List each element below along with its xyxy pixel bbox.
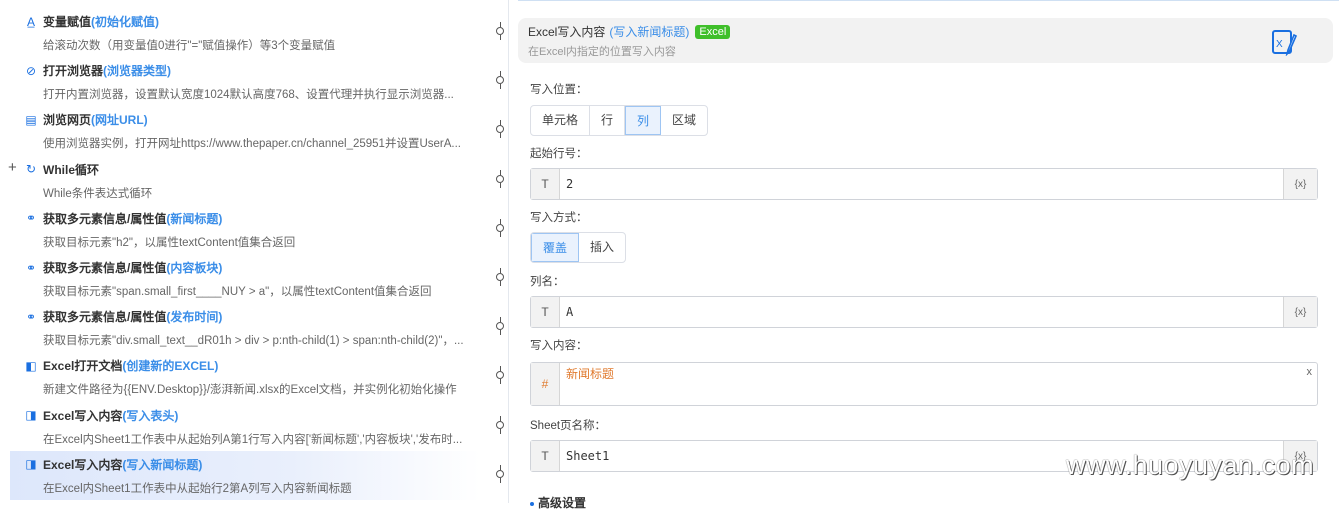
position-option-range[interactable]: 区域 (661, 106, 707, 135)
elements-icon: ⚭ (25, 260, 37, 275)
step-description: 在Excel内Sheet1工作表中从起始列A第1行写入内容['新闻标题','内容… (43, 433, 463, 446)
column-label: 列名： (530, 276, 565, 288)
variable-icon: A̲ (26, 14, 35, 29)
connector-node-icon[interactable] (496, 268, 504, 286)
step-description: 给滚动次数（用变量值0进行"="赋值操作）等3个变量赋值 (43, 40, 336, 52)
mode-option-insert[interactable]: 插入 (579, 233, 625, 262)
step-subtitle: (初始化赋值) (91, 15, 160, 29)
action-description: 在Excel内指定的位置写入内容 (528, 46, 676, 58)
excel-write-icon: ◨ (25, 457, 37, 472)
watermark: www.huoyuyan.com (1066, 450, 1315, 480)
connector-node-icon[interactable] (496, 218, 504, 237)
start-row-input[interactable]: 2 (560, 169, 1283, 199)
step-title: 打开浏览器 (43, 64, 104, 79)
step-title: While循环 (43, 162, 99, 177)
step-description: 获取目标元素"h2"，以属性textContent值集合返回 (43, 236, 296, 249)
step-title: Excel打开文档 (43, 359, 123, 374)
step-subtitle: (创建新的EXCEL) (122, 359, 219, 374)
column-input[interactable]: A (560, 297, 1283, 327)
connector-node-icon[interactable] (496, 464, 504, 483)
flow-step[interactable]: ◨ Excel写入内容 (写入新闻标题) 在Excel内Sheet1工作表中从起始行2… (10, 450, 480, 500)
webpage-icon: ▤ (25, 112, 37, 127)
action-subtitle: (写入新闻标题) (609, 25, 690, 39)
position-option-column[interactable]: 列 (625, 106, 662, 135)
variable-button[interactable]: {x} (1283, 297, 1317, 327)
step-description: 获取目标元素"span.small_first____NUY > a"，以属性t… (43, 286, 432, 298)
text-type-toggle[interactable]: T (531, 169, 560, 199)
connector-node-icon[interactable] (496, 120, 504, 139)
step-subtitle: (发布时间) (166, 310, 223, 325)
elements-icon: ⚭ (25, 211, 37, 226)
connector-node-icon[interactable] (496, 169, 504, 188)
expand-icon[interactable]: + (8, 159, 17, 176)
position-option-cell[interactable]: 单元格 (531, 106, 591, 135)
step-description: 使用浏览器实例，打开网址https://www.thepaper.cn/chan… (43, 138, 461, 151)
step-subtitle: (新闻标题) (166, 211, 223, 226)
position-label: 写入位置： (530, 84, 588, 96)
start-row-field: T 2 {x} (530, 168, 1318, 200)
excel-badge: Excel (695, 24, 731, 39)
step-description: While条件表达式循环 (43, 187, 153, 200)
step-title: 获取多元素信息/属性值 (43, 310, 167, 325)
step-subtitle: (浏览器类型) (103, 64, 172, 79)
elements-icon: ⚭ (25, 309, 37, 324)
step-title: 获取多元素信息/属性值 (43, 211, 167, 226)
connector-node-icon[interactable] (496, 415, 504, 434)
expression-type-toggle[interactable]: # (531, 363, 560, 405)
loop-icon: ↻ (25, 162, 37, 177)
step-description: 打开内置浏览器，设置默认宽度1024默认高度768、设置代理并执行显示浏览器..… (43, 89, 454, 102)
content-textarea[interactable]: 新闻标题 (560, 363, 1317, 405)
flow-step[interactable]: ⊘ 打开浏览器 (浏览器类型) 打开内置浏览器，设置默认宽度1024默认高度768、设… (10, 57, 480, 106)
clear-icon[interactable]: x (1307, 366, 1313, 378)
text-type-toggle[interactable]: T (531, 441, 560, 471)
step-title: 获取多元素信息/属性值 (43, 261, 167, 275)
flow-list: A̲ 变量赋值 (初始化赋值) 给滚动次数（用变量值0进行"="赋值操作）等3个变量赋… (0, 0, 509, 503)
variable-button[interactable]: {x} (1283, 169, 1317, 199)
flow-step[interactable]: ▤ 浏览网页 (网址URL) 使用浏览器实例，打开网址https://www.thep… (10, 106, 480, 155)
step-title: Excel写入内容 (43, 457, 123, 472)
connector-node-icon[interactable] (496, 71, 504, 90)
flow-step[interactable]: ⚭ 获取多元素信息/属性值 (新闻标题) 获取目标元素"h2"，以属性textCont… (10, 205, 480, 254)
mode-label: 写入方式： (530, 212, 588, 224)
flow-step[interactable]: ⚭ 获取多元素信息/属性值 (内容板块) 获取目标元素"span.small_firs… (10, 254, 480, 303)
flow-step[interactable]: A̲ 变量赋值 (初始化赋值) 给滚动次数（用变量值0进行"="赋值操作）等3个变量赋… (10, 8, 480, 57)
mode-segmented: 覆盖 插入 (530, 232, 627, 263)
step-subtitle: (写入表头) (122, 408, 179, 423)
content-label: 写入内容： (530, 340, 588, 352)
excel-write-icon: ◨ (25, 408, 37, 423)
browser-icon: ⊘ (25, 63, 37, 78)
svg-text:X: X (1276, 39, 1283, 50)
start-row-label: 起始行号： (530, 148, 588, 160)
excel-open-icon: ◧ (25, 358, 37, 373)
column-field: T A {x} (530, 296, 1318, 328)
step-title: Excel写入内容 (43, 408, 123, 423)
sheet-label: Sheet页名称： (530, 420, 607, 432)
connector-node-icon[interactable] (496, 366, 504, 385)
step-description: 新建文件路径为{{ENV.Desktop}}/澎湃新闻.xlsx的Excel文档… (43, 384, 457, 397)
step-description: 获取目标元素"div.small_text__dR01h > div > p:n… (43, 335, 464, 348)
step-description: 在Excel内Sheet1工作表中从起始行2第A列写入内容新闻标题 (43, 482, 352, 495)
step-subtitle: (内容板块) (166, 261, 223, 275)
position-segmented: 单元格 行 列 区域 (530, 105, 709, 136)
excel-write-icon: X (1272, 30, 1298, 56)
properties-panel: Excel写入内容 (写入新闻标题) Excel 在Excel内指定的位置写入内容 … (518, 0, 1339, 510)
action-header: Excel写入内容 (写入新闻标题) Excel 在Excel内指定的位置写入内容 … (518, 18, 1333, 63)
action-title: Excel写入内容 (528, 25, 606, 39)
text-type-toggle[interactable]: T (531, 297, 560, 327)
step-title: 变量赋值 (43, 15, 92, 29)
step-subtitle: (写入新闻标题) (122, 457, 203, 472)
mode-option-overwrite[interactable]: 覆盖 (531, 233, 580, 262)
flow-step[interactable]: + ↻ While循环 While条件表达式循环 (8, 156, 480, 205)
connector-node-icon[interactable] (496, 22, 504, 40)
flow-step[interactable]: ◨ Excel写入内容 (写入表头) 在Excel内Sheet1工作表中从起始列A第1… (10, 402, 480, 451)
flow-step[interactable]: ◧ Excel打开文档 (创建新的EXCEL) 新建文件路径为{{ENV.Deskto… (10, 352, 480, 401)
flow-step[interactable]: ⚭ 获取多元素信息/属性值 (发布时间) 获取目标元素"div.small_text_… (10, 303, 480, 352)
content-field: # 新闻标题 x (530, 362, 1318, 406)
step-title: 浏览网页 (43, 113, 92, 128)
step-subtitle: (网址URL) (91, 113, 148, 128)
position-option-row[interactable]: 行 (590, 106, 626, 135)
connector-node-icon[interactable] (496, 317, 504, 336)
